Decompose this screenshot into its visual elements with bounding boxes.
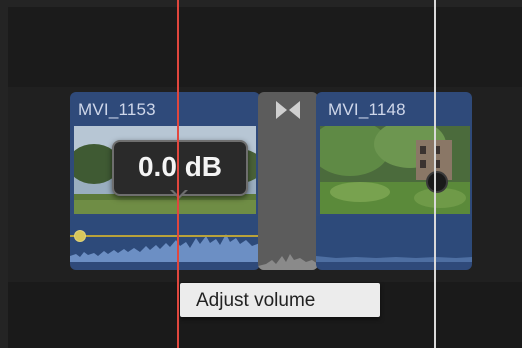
clip-thumbnail [320, 126, 470, 214]
cross-dissolve-transition[interactable] [258, 92, 318, 270]
volume-keyframe-icon[interactable] [74, 230, 86, 242]
audio-waveform[interactable] [316, 216, 472, 262]
timeline-stage: MVI_1153 MVI_1148 0.0 dB Adjust volume [0, 0, 522, 348]
volume-readout-pointer-inner [172, 189, 186, 196]
volume-readout: 0.0 dB [112, 140, 248, 196]
clip-name-label: MVI_1153 [78, 100, 156, 119]
skimmer-line [434, 0, 436, 348]
tooltip-text: Adjust volume [196, 290, 316, 311]
clip-name-label: MVI_1148 [328, 100, 406, 119]
clip-mvi-1148[interactable]: MVI_1148 [316, 92, 472, 270]
transition-audio-waveform [258, 254, 318, 270]
playhead[interactable] [177, 0, 179, 348]
clip-trim-handle[interactable] [426, 171, 448, 193]
timeline-frame-top [0, 0, 522, 7]
adjust-volume-tooltip: Adjust volume [180, 283, 380, 317]
timeline-frame-left [0, 0, 8, 348]
volume-value: 0.0 dB [137, 151, 223, 182]
audio-waveform[interactable] [70, 216, 260, 262]
transition-bowtie-icon [276, 101, 300, 119]
timeline-lane-upper [8, 7, 522, 87]
volume-level-line[interactable] [70, 235, 260, 237]
